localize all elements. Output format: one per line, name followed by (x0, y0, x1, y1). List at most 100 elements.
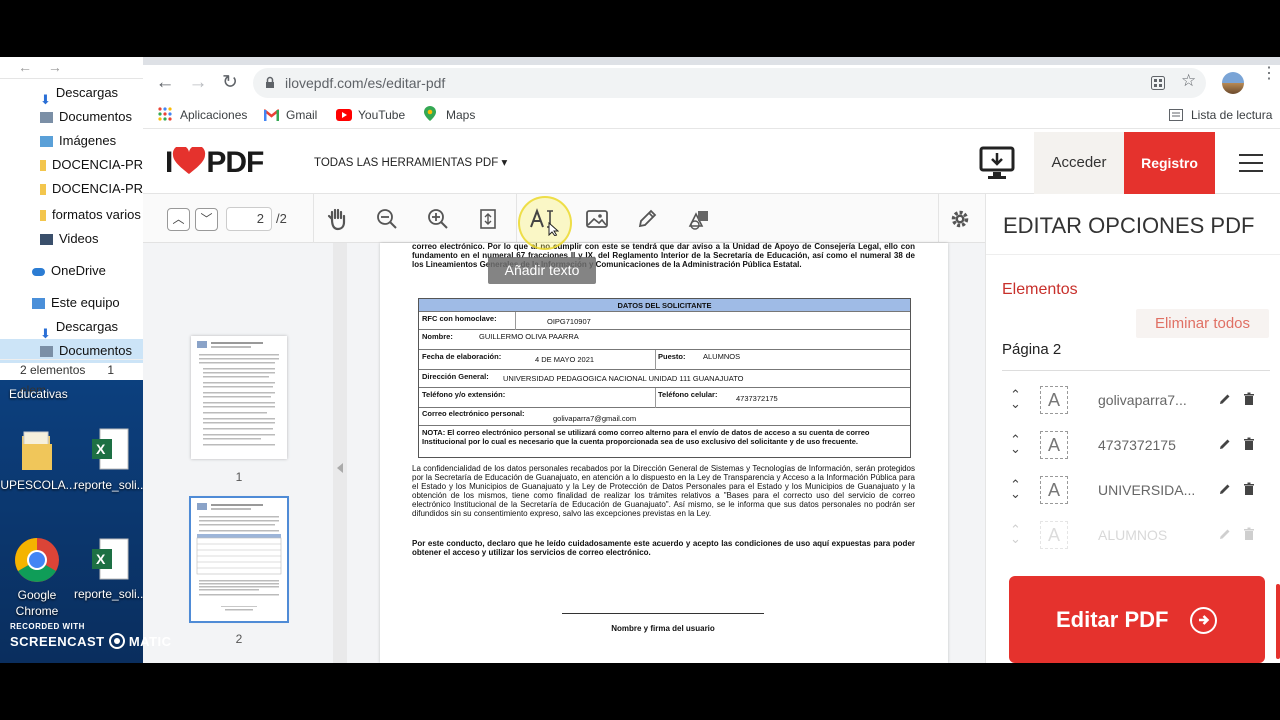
panel-splitter[interactable] (333, 243, 347, 663)
table-title: DATOS DEL SOLICITANTE (419, 299, 910, 312)
trash-icon[interactable] (1242, 527, 1256, 541)
chrome-icon[interactable] (14, 537, 60, 583)
ilovepdf-logo[interactable]: I PDF (165, 145, 264, 180)
edit-pencil-icon[interactable] (1218, 392, 1232, 406)
element-row[interactable]: ⌃ ⌄ A golivaparra7... (1002, 380, 1270, 420)
thumbnail-number: 1 (235, 470, 243, 484)
edit-pencil-icon[interactable] (1218, 482, 1232, 496)
bookmark-youtube[interactable]: YouTube (336, 105, 405, 125)
explorer-item-onedrive[interactable]: OneDrive (0, 259, 143, 283)
profile-avatar[interactable] (1222, 72, 1244, 94)
reorder-handle-icon[interactable]: ⌃ ⌄ (1010, 433, 1021, 455)
explorer-item-este-equipo[interactable]: Este equipo (0, 291, 143, 315)
pictures-folder-icon (40, 136, 53, 148)
desktop-icon-label[interactable]: reporte_soli... (74, 587, 147, 601)
bookmark-label: Aplicaciones (180, 108, 248, 122)
trash-icon[interactable] (1242, 482, 1256, 496)
delete-all-button[interactable]: Eliminar todos (1136, 309, 1269, 338)
trash-icon[interactable] (1242, 392, 1256, 406)
bookmark-apps[interactable]: Aplicaciones (158, 105, 247, 125)
login-button[interactable]: Acceder (1034, 132, 1124, 194)
toolbar-divider (516, 194, 517, 243)
lock-icon (265, 76, 275, 88)
back-arrow-icon[interactable]: ← (18, 59, 32, 75)
explorer-item-formatos[interactable]: formatos varios (0, 203, 143, 227)
element-row[interactable]: ⌃ ⌄ A UNIVERSIDA... (1002, 470, 1270, 510)
element-text[interactable]: golivaparra7... (1098, 390, 1198, 410)
shapes-icon[interactable] (681, 202, 715, 236)
element-row[interactable]: ⌃ ⌄ A ALUMNOS (1002, 515, 1270, 555)
explorer-item-imagenes[interactable]: Imágenes (0, 129, 143, 153)
bookmark-gmail[interactable]: Gmail (263, 105, 317, 125)
desktop-download-icon[interactable] (979, 146, 1015, 180)
status-count: 2 elementos (20, 363, 86, 377)
screen: ← → ⬇ Descargas Documentos Imágenes DOCEN… (0, 0, 1280, 720)
folder-icon[interactable] (20, 430, 54, 472)
forward-arrow-icon[interactable]: → (48, 59, 62, 75)
element-row[interactable]: ⌃ ⌄ A 4737372175 (1002, 425, 1270, 465)
edit-pencil-icon[interactable] (1218, 527, 1232, 541)
desktop-icon-label[interactable]: reporte_soli... (74, 478, 147, 492)
explorer-item-descargas[interactable]: ⬇ Descargas (0, 81, 143, 105)
download-arrow-icon: ⬇ (40, 92, 51, 105)
zoom-out-icon[interactable] (370, 202, 404, 236)
bookmark-star-icon[interactable]: ☆ (1181, 71, 1196, 91)
url-text[interactable]: ilovepdf.com/es/editar-pdf (285, 68, 445, 98)
back-arrow-icon[interactable]: ← (151, 69, 179, 97)
hamburger-menu-icon[interactable] (1239, 154, 1263, 172)
excel-file-icon[interactable]: X (92, 427, 130, 471)
collapse-arrow-icon[interactable] (337, 463, 343, 473)
excel-file-icon[interactable]: X (92, 537, 130, 581)
bookmark-maps[interactable]: Maps (424, 105, 475, 125)
folder-icon (40, 210, 46, 222)
edit-pencil-icon[interactable] (1218, 437, 1232, 451)
explorer-item-docencia-1[interactable]: DOCENCIA-PRE (0, 153, 143, 177)
reorder-handle-icon[interactable]: ⌃ ⌄ (1010, 523, 1021, 545)
page-down-button[interactable]: ﹀ (195, 208, 218, 231)
desktop-icon-label[interactable]: UPESCOLA... (0, 478, 76, 492)
more-menu-icon[interactable]: ⋮ (1261, 66, 1277, 82)
forward-arrow-icon[interactable]: → (184, 69, 212, 97)
reading-list[interactable]: Lista de lectura (1169, 105, 1272, 125)
document-folder-icon (40, 346, 53, 358)
element-text[interactable]: UNIVERSIDA... (1098, 480, 1198, 500)
panel-scrollbar[interactable] (1276, 584, 1280, 659)
settings-gear-icon[interactable] (943, 202, 977, 236)
reorder-handle-icon[interactable]: ⌃ ⌄ (1010, 388, 1021, 410)
edit-pdf-button[interactable]: Editar PDF (1009, 576, 1265, 663)
element-text[interactable]: 4737372175 (1098, 435, 1198, 455)
element-text[interactable]: ALUMNOS (1098, 525, 1198, 545)
zoom-in-icon[interactable] (421, 202, 455, 236)
signup-button[interactable]: Registro (1124, 132, 1215, 194)
table-row: Teléfono y/o extensión: Teléfono celular… (419, 388, 910, 408)
puesto-label: Puesto: (658, 352, 686, 361)
table-row: Nombre: GUILLERMO OLIVA PAARRA (419, 330, 910, 350)
page-thumbnail-1[interactable] (191, 336, 287, 459)
trash-icon[interactable] (1242, 437, 1256, 451)
applicant-data-table: DATOS DEL SOLICITANTE RFC con homoclave:… (418, 298, 911, 458)
explorer-item-docencia-2[interactable]: DOCENCIA-PRE (0, 177, 143, 201)
toolbar-divider (938, 194, 939, 243)
puesto-value: ALUMNOS (703, 352, 741, 361)
explorer-item-descargas-2[interactable]: ⬇ Descargas (0, 315, 143, 339)
all-tools-menu[interactable]: TODAS LAS HERRAMIENTAS PDF ▾ (314, 154, 507, 172)
desktop-icon-label[interactable]: Google Chrome (4, 587, 70, 619)
draw-pencil-icon[interactable] (630, 202, 664, 236)
page-thumbnail-2[interactable] (189, 496, 289, 623)
fit-page-icon[interactable] (471, 202, 505, 236)
maps-pin-icon (424, 106, 438, 121)
add-text-tool-icon[interactable] (525, 202, 560, 237)
pdf-page[interactable]: correo electrónico. Por lo que al no cum… (380, 243, 948, 663)
explorer-item-videos[interactable]: Videos (0, 227, 143, 251)
translate-icon[interactable] (1151, 76, 1165, 90)
hand-tool-icon[interactable] (321, 202, 355, 236)
toolbar-divider (313, 194, 314, 243)
page-up-button[interactable]: ︿ (167, 208, 190, 231)
reorder-handle-icon[interactable]: ⌃ ⌄ (1010, 478, 1021, 500)
page-number-input[interactable]: 2 (226, 207, 272, 231)
declaration-paragraph: Por este conducto, declaro que he leído … (412, 539, 915, 557)
add-image-icon[interactable] (580, 202, 614, 236)
explorer-item-documentos[interactable]: Documentos (0, 105, 143, 129)
url-bar[interactable]: ilovepdf.com/es/editar-pdf ☆ (253, 68, 1206, 98)
reload-icon[interactable]: ↻ (216, 69, 244, 97)
